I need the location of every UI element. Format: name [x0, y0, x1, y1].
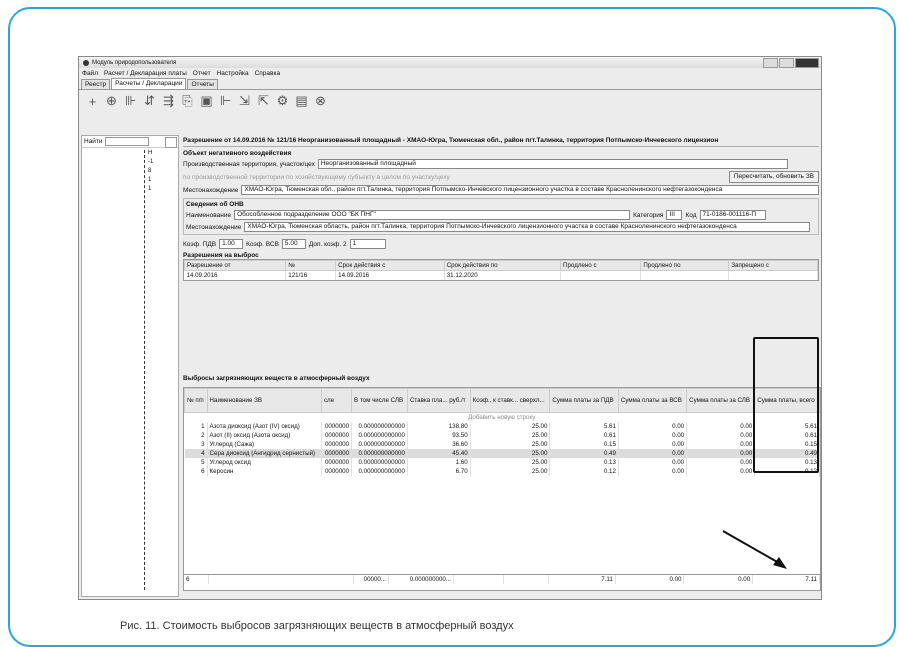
table-row[interactable]: 3 Углерод (Сажа) 0000000 0.000000000000 36.6… [184, 440, 820, 449]
totals-row: 6 00000... 0.000000000... 7.11 0.00 0.00… [184, 575, 820, 584]
save-icon[interactable]: ▤ [294, 93, 309, 109]
add-icon[interactable]: + [85, 94, 100, 109]
menu-calc[interactable]: Расчет / Декларация платы [104, 70, 187, 77]
recalc-button[interactable]: Пересчитать, обновить ЗВ [728, 171, 819, 183]
permit-title: Разрешение от 14.09.2016 № 121/16 Неорга… [183, 135, 819, 147]
radio-territory[interactable]: по производственной территории [183, 174, 284, 181]
cancel-icon[interactable]: ⊗ [313, 93, 328, 109]
arrow-icon [722, 530, 787, 569]
coef-vsv-label: Коэф. ВСВ [246, 240, 279, 248]
rate-icon[interactable]: ▣ [199, 93, 214, 109]
col-slv[interactable]: В том числе СЛВ [351, 388, 408, 413]
onv-section-title: Сведения об ОНВ [186, 201, 244, 208]
category-label: Категория [633, 211, 664, 219]
app-window: Модуль природопользователя Файл Расчет /… [78, 56, 822, 600]
menu-help[interactable]: Справка [255, 70, 281, 77]
category-field[interactable]: III [666, 210, 683, 220]
tab-bar: Реестр Расчеты / Декларации Отчеты [79, 78, 821, 90]
col-extended-to[interactable]: Продлено по [640, 260, 730, 271]
coef-dop-label: Доп. коэф. 2 [308, 240, 347, 248]
tree-node[interactable]: 8 [145, 168, 161, 177]
find-label: Найти [84, 138, 103, 145]
code-label: Код [685, 211, 697, 219]
table-row[interactable]: 14.09.2016 121/16 14.09.2016 31.12.2020 [184, 270, 818, 280]
tree-node[interactable]: -1 [145, 159, 161, 168]
menu-settings[interactable]: Настройка [217, 70, 249, 77]
coef-dop-field[interactable]: 1 [349, 239, 386, 249]
title-bar: Модуль природопользователя [79, 57, 821, 68]
onv-location-label: Местонахождение [186, 223, 242, 231]
object-section-title: Объект негативного воздействия [183, 150, 292, 157]
settings-icon[interactable]: ⚙ [275, 93, 290, 109]
tab-registry[interactable]: Реестр [81, 79, 111, 89]
table-row[interactable]: 4 Сера диоксид (Ангидрид сернистый) 000000… [184, 449, 820, 458]
onv-name-field[interactable]: Обособленное подразделение ООО "БК ПНГ" [234, 210, 631, 220]
permits-section-title: Разрешения на выброс [183, 252, 259, 259]
col-valid-to[interactable]: Срок действия по [443, 260, 562, 271]
radio-site[interactable]: по участку/цеху [403, 174, 450, 181]
col-sle[interactable]: сле [320, 388, 353, 413]
col-extended-from[interactable]: Продлено с [560, 260, 642, 271]
window-title: Модуль природопользователя [92, 59, 177, 66]
table-row[interactable]: 6 Керосин 0000000 0.000000000000 6.70 25.00 0.… [184, 467, 820, 476]
find-input[interactable] [104, 137, 149, 146]
columns-icon[interactable]: ⊩ [218, 93, 233, 109]
tree-node[interactable]: 1 [145, 177, 161, 186]
menu-bar: Файл Расчет / Декларация платы Отчет Нас… [79, 68, 821, 78]
tree-node[interactable]: 1 [145, 186, 161, 195]
col-sum-pdv[interactable]: Сумма платы за ПДВ [549, 388, 619, 413]
highlight-box [753, 337, 819, 473]
col-rate[interactable]: Ставка пла... руб./т [406, 388, 471, 413]
territory-label: Производственная территория, участок/цех [183, 160, 315, 168]
onv-location-field[interactable]: ХМАО-Югра, Тюменская область, район пгт.… [244, 222, 811, 232]
table-row[interactable]: 2 Азот (II) оксид (Азота оксид) 0000000 0.0… [184, 431, 820, 440]
code-field[interactable]: 71-0186-001116-П [699, 210, 766, 220]
tree-view: Н -1 8 1 1 [144, 150, 161, 590]
table-row[interactable]: 1 Азота диоксид (Азот (IV) оксид) 0000000 0… [184, 422, 820, 431]
left-panel: Найти Н -1 8 1 1 [81, 135, 179, 597]
col-permit-from[interactable]: Разрешение от [183, 260, 287, 271]
sort-icon[interactable]: ⇵ [142, 93, 157, 109]
tree-node[interactable]: Н [145, 150, 161, 159]
col-sum-vsv[interactable]: Сумма платы за ВСВ [617, 388, 688, 413]
minimize-button[interactable] [763, 58, 778, 68]
col-substance[interactable]: Наименование ЗВ [206, 388, 322, 413]
menu-file[interactable]: Файл [82, 70, 98, 77]
col-valid-from[interactable]: Срок действия с [335, 260, 445, 271]
tab-reports[interactable]: Отчеты [187, 79, 218, 89]
sort-tree-icon[interactable]: ⇶ [161, 93, 176, 109]
emissions-section-title: Выбросы загрязняющих веществ в атмосферн… [183, 375, 370, 382]
territory-field[interactable]: Неорганизованный площадный [317, 159, 788, 169]
maximize-button[interactable] [779, 58, 794, 68]
menu-report[interactable]: Отчет [193, 70, 211, 77]
add-row-link[interactable]: Добавить новую строку [184, 412, 820, 422]
coef-vsv-field[interactable]: 5.00 [281, 239, 306, 249]
coef-pdv-field[interactable]: 1.00 [219, 239, 244, 249]
close-button[interactable] [795, 58, 819, 68]
col-permit-no[interactable]: № [285, 260, 337, 271]
copy-icon[interactable]: ⎘ [180, 93, 195, 109]
location-label: Местонахождение [183, 186, 239, 194]
filter-icon[interactable]: ⊪ [123, 93, 138, 109]
col-forbidden-from[interactable]: Запрещено с [728, 260, 818, 271]
app-icon [83, 59, 89, 66]
location-field[interactable]: ХМАО-Югра, Тюменская обл., район пгт.Тал… [241, 185, 819, 195]
coef-pdv-label: Коэф. ПДВ [183, 240, 217, 248]
import-icon[interactable]: ⇱ [256, 93, 271, 109]
table-row[interactable]: 5 Углерод оксид 0000000 0.000000000000 1.60 2… [184, 458, 820, 467]
export-icon[interactable]: ⇲ [237, 93, 252, 109]
figure-caption: Рис. 11. Стоимость выбросов загрязняющих… [120, 620, 514, 632]
radio-subject[interactable]: по хозяйствующему субъекту в целом [286, 174, 401, 181]
col-sum-slv[interactable]: Сумма платы за СЛВ [686, 388, 756, 413]
search-icon[interactable]: ⊕ [104, 93, 119, 109]
permits-grid: Разрешение от № Срок действия с Срок дей… [183, 259, 819, 281]
collapse-panel-button[interactable] [165, 137, 177, 148]
col-number[interactable]: № п/п [184, 388, 208, 413]
onv-name-label: Наименование [186, 211, 232, 219]
tab-calculations[interactable]: Расчеты / Декларации [111, 78, 187, 89]
toolbar: + ⊕ ⊪ ⇵ ⇶ ⎘ ▣ ⊩ ⇲ ⇱ ⚙ ▤ ⊗ [79, 90, 821, 112]
col-coef[interactable]: Коэф., к ставк... сверхл... [469, 388, 551, 413]
